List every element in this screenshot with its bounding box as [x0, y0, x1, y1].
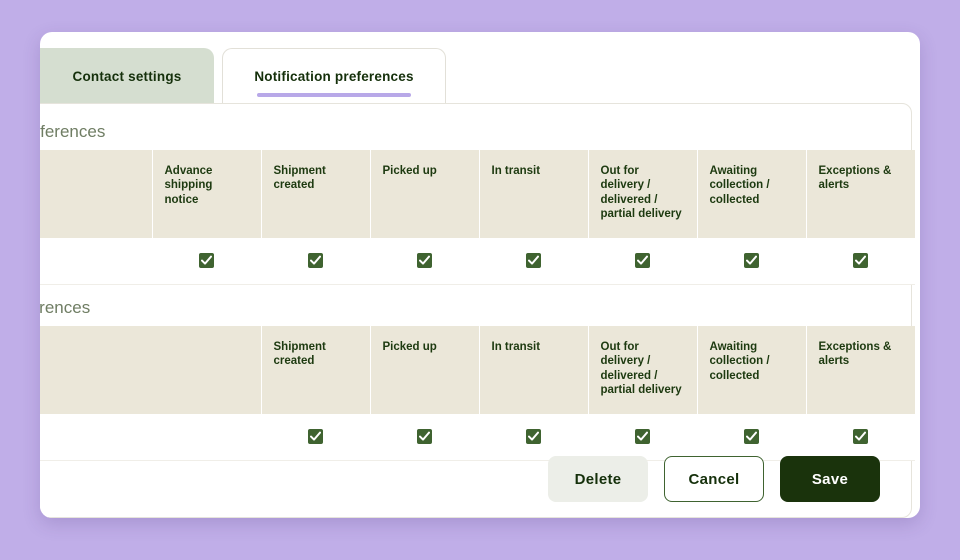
column-header-in-transit: In transit [479, 150, 589, 238]
column-header-advance-shipping-notice: Advance shipping notice [152, 150, 262, 238]
section-2-title: ferences [40, 298, 91, 317]
cell-awaiting-collection [697, 413, 806, 461]
column-header-picked-up: Picked up [370, 150, 480, 238]
tab-contact-settings[interactable]: Contact settings [40, 48, 214, 104]
cell-out-for-delivery [588, 237, 697, 285]
checkbox-exceptions-alerts[interactable] [853, 428, 868, 444]
delete-button[interactable]: Delete [548, 456, 648, 502]
checkbox-out-for-delivery[interactable] [635, 252, 650, 268]
cell-picked-up [370, 237, 479, 285]
tab-strip: Contact settings Notification preference… [40, 48, 920, 104]
cell-awaiting-collection [697, 237, 806, 285]
column-header-in-transit: In transit [479, 326, 589, 414]
table-row [40, 413, 915, 461]
column-header-exceptions-alerts: Exceptions & alerts [806, 150, 915, 238]
notification-preferences-dialog: Contact settings Notification preference… [40, 32, 920, 518]
dialog-footer: Delete Cancel Save [548, 456, 880, 502]
column-header-awaiting-collection: Awaiting collection / collected [697, 150, 807, 238]
preferences-table-2: Shipment created Picked up In transit Ou… [40, 326, 915, 461]
tab-contact-settings-label: Contact settings [72, 68, 182, 84]
row-label [40, 237, 152, 285]
cancel-button[interactable]: Cancel [664, 456, 764, 502]
checkbox-in-transit[interactable] [526, 252, 541, 268]
table-row [40, 237, 915, 285]
cell-exceptions-alerts [806, 237, 915, 285]
section-1-title: references [40, 122, 106, 141]
row-label [40, 413, 261, 461]
cell-in-transit [479, 413, 588, 461]
column-header-picked-up: Picked up [370, 326, 480, 414]
preferences-table-1: Advance shipping notice Shipment created… [40, 150, 915, 285]
checkbox-shipment-created[interactable] [308, 428, 323, 444]
checkbox-awaiting-collection[interactable] [744, 428, 759, 444]
tab-notification-preferences-label: Notification preferences [254, 69, 414, 84]
save-button[interactable]: Save [780, 456, 880, 502]
cell-out-for-delivery [588, 413, 697, 461]
cell-exceptions-alerts [806, 413, 915, 461]
column-header-out-for-delivery: Out for delivery / delivered / partial d… [588, 150, 698, 238]
column-header-shipment-created: Shipment created [261, 326, 371, 414]
checkbox-advance-shipping-notice[interactable] [199, 252, 214, 268]
column-header-out-for-delivery: Out for delivery / delivered / partial d… [588, 326, 698, 414]
checkbox-out-for-delivery[interactable] [635, 428, 650, 444]
table-header-row: Advance shipping notice Shipment created… [40, 150, 915, 238]
column-header-shipment-created: Shipment created [261, 150, 371, 238]
cell-shipment-created [261, 413, 370, 461]
cell-picked-up [370, 413, 479, 461]
checkbox-picked-up[interactable] [417, 252, 432, 268]
checkbox-shipment-created[interactable] [308, 252, 323, 268]
checkbox-awaiting-collection[interactable] [744, 252, 759, 268]
cell-shipment-created [261, 237, 370, 285]
checkbox-exceptions-alerts[interactable] [853, 252, 868, 268]
active-tab-underline [257, 93, 411, 97]
column-header-exceptions-alerts: Exceptions & alerts [806, 326, 915, 414]
checkbox-picked-up[interactable] [417, 428, 432, 444]
cell-advance-shipping-notice [152, 237, 261, 285]
column-header-label [40, 150, 153, 238]
table-header-row: Shipment created Picked up In transit Ou… [40, 326, 915, 414]
column-header-awaiting-collection: Awaiting collection / collected [697, 326, 807, 414]
cell-in-transit [479, 237, 588, 285]
column-header-label [40, 326, 262, 414]
checkbox-in-transit[interactable] [526, 428, 541, 444]
tab-notification-preferences[interactable]: Notification preferences [222, 48, 446, 104]
